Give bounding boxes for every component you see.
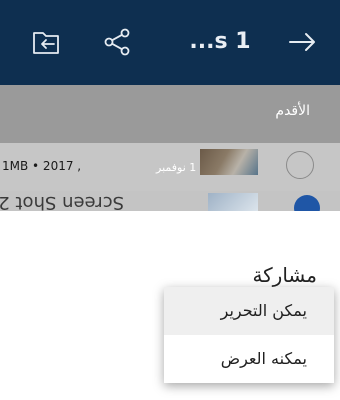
file-meta: 1MB • 2017 , xyxy=(2,159,82,173)
forward-arrow-icon[interactable] xyxy=(282,22,322,62)
permission-menu: يمكن التحرير يمكنه العرض xyxy=(164,287,334,383)
file-thumbnail xyxy=(208,193,258,211)
menu-item-can-edit[interactable]: يمكن التحرير xyxy=(164,287,334,335)
file-date: 1 نوفمبر xyxy=(156,161,197,174)
share-sheet-title: مشاركة xyxy=(252,263,317,287)
app-bar-title: 1 s... xyxy=(189,29,251,54)
list-item[interactable]: 1MB • 2017 , 1 نوفمبر xyxy=(0,143,340,191)
menu-item-can-view[interactable]: يمكنه العرض xyxy=(164,335,334,383)
list-item[interactable]: Screen Shot 2017 xyxy=(0,191,340,211)
app-bar: 1 s... xyxy=(0,0,340,85)
share-icon[interactable] xyxy=(97,22,137,62)
file-thumbnail xyxy=(200,149,258,175)
file-name: Screen Shot 2017 xyxy=(0,192,124,211)
section-header-label: الأقدم xyxy=(275,103,310,119)
move-to-folder-icon[interactable] xyxy=(26,22,66,62)
selected-checkbox[interactable] xyxy=(294,195,320,211)
select-checkbox[interactable] xyxy=(286,151,314,179)
section-header: الأقدم xyxy=(0,85,340,143)
